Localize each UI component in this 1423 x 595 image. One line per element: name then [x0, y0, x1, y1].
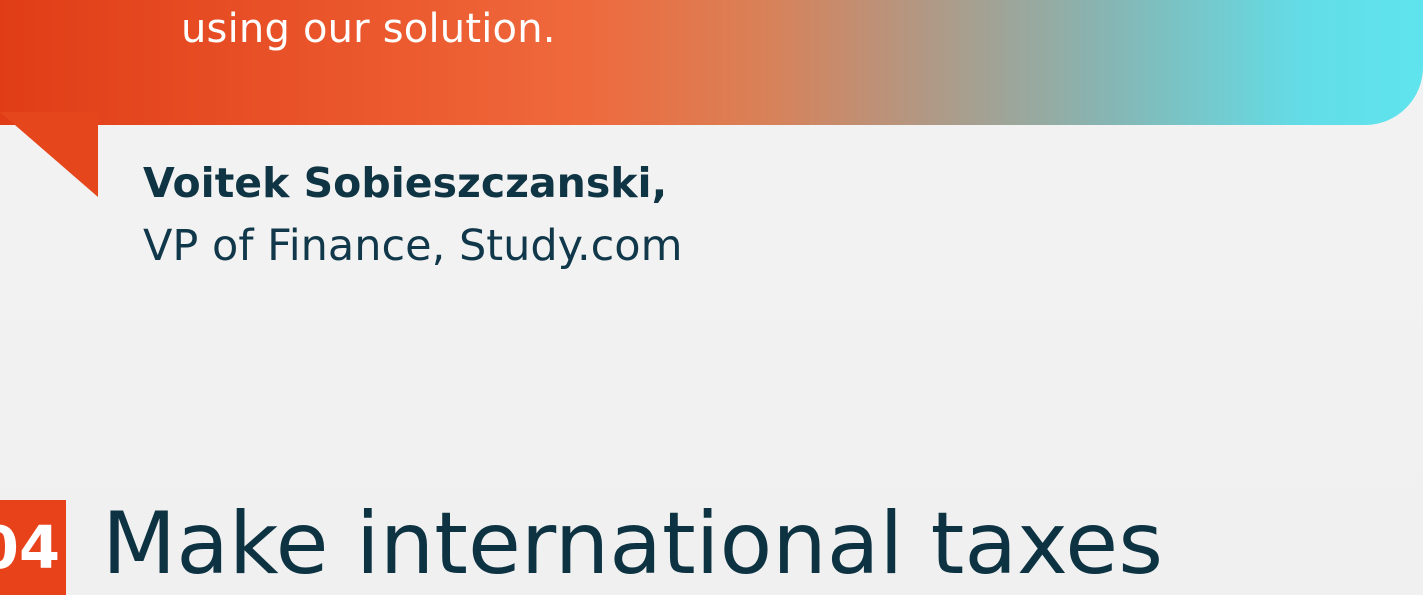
page: using our solution. Voitek Sobieszczansk… [0, 0, 1423, 595]
author-role: VP of Finance, Study.com [143, 221, 683, 271]
section-heading: Make international taxes [102, 494, 1164, 594]
author-name: Voitek Sobieszczanski, [143, 159, 668, 207]
quote-text: using our solution. [181, 6, 556, 52]
section-number-badge: 04 [0, 500, 66, 595]
